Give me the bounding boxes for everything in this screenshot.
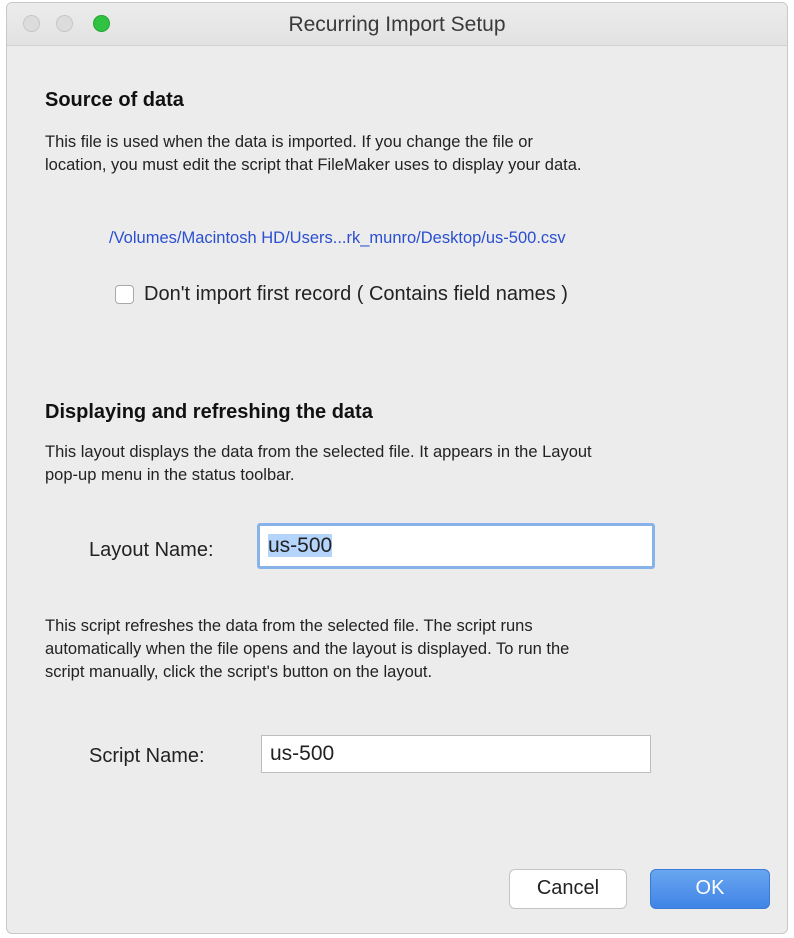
cancel-button[interactable]: Cancel [509, 869, 627, 909]
source-heading: Source of data [45, 89, 184, 111]
script-description: This script refreshes the data from the … [45, 615, 785, 684]
script-description-line: automatically when the file opens and th… [45, 640, 570, 658]
source-description-line: This file is used when the data is impor… [45, 133, 533, 151]
source-description: This file is used when the data is impor… [45, 131, 785, 177]
layout-name-field[interactable]: us-500 [257, 523, 655, 569]
skip-first-record-label: Don't import first record ( Contains fie… [144, 283, 568, 305]
script-description-line: This script refreshes the data from the … [45, 617, 533, 635]
script-name-value: us-500 [270, 742, 335, 765]
script-name-field[interactable]: us-500 [261, 735, 651, 773]
dialog-window: Recurring Import Setup Source of data Th… [6, 2, 788, 934]
layout-description: This layout displays the data from the s… [45, 441, 785, 487]
source-description-line: location, you must edit the script that … [45, 156, 582, 174]
script-description-line: script manually, click the script's butt… [45, 663, 433, 681]
skip-first-record-checkbox[interactable] [115, 285, 134, 304]
display-heading: Displaying and refreshing the data [45, 401, 373, 423]
layout-description-line: pop-up menu in the status toolbar. [45, 466, 295, 484]
window-title: Recurring Import Setup [288, 13, 506, 36]
file-path-link[interactable]: /Volumes/Macintosh HD/Users...rk_munro/D… [109, 229, 566, 248]
script-name-label: Script Name: [89, 745, 205, 767]
ok-button[interactable]: OK [650, 869, 770, 909]
title-bar: Recurring Import Setup [7, 3, 787, 46]
layout-name-label: Layout Name: [89, 539, 214, 561]
layout-description-line: This layout displays the data from the s… [45, 443, 592, 461]
skip-first-record-option[interactable]: Don't import first record ( Contains fie… [115, 283, 568, 306]
layout-name-value: us-500 [268, 534, 333, 557]
